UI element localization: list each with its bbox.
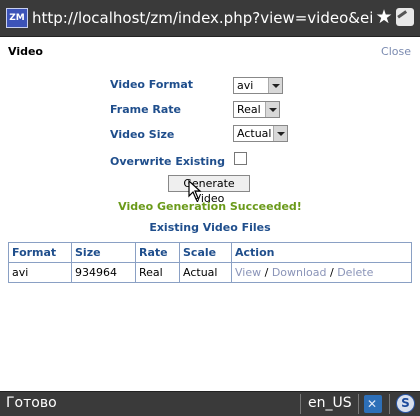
- bookmark-star-icon[interactable]: ★: [374, 6, 394, 28]
- view-link[interactable]: View: [235, 266, 261, 279]
- cell-size: 934964: [71, 262, 136, 283]
- video-format-value: avi: [237, 79, 254, 92]
- column-header-scale: Scale: [179, 242, 232, 263]
- column-header-size: Size: [71, 242, 136, 263]
- column-header-format: Format: [8, 242, 72, 263]
- overwrite-existing-checkbox[interactable]: [234, 152, 247, 165]
- action-separator: /: [264, 266, 272, 279]
- video-format-label: Video Format: [110, 78, 194, 91]
- status-divider: [389, 394, 390, 414]
- success-message: Video Generation Succeeded!: [118, 200, 302, 213]
- mouse-cursor-icon: [188, 180, 202, 200]
- column-header-action: Action: [231, 242, 412, 263]
- video-size-label: Video Size: [110, 128, 175, 141]
- video-format-select[interactable]: avi: [233, 77, 283, 94]
- table-row: avi 934964 Real Actual View / Download /…: [8, 262, 412, 283]
- page-title: Video: [8, 45, 43, 58]
- status-text: Готово: [6, 395, 57, 411]
- cell-format: avi: [8, 262, 72, 283]
- url-bar[interactable]: http://localhost/zm/index.php?view=video…: [32, 8, 372, 28]
- delete-link[interactable]: Delete: [337, 266, 373, 279]
- status-bar: Готово en_US S: [0, 391, 420, 416]
- status-divider: [300, 394, 301, 414]
- generate-video-button[interactable]: Generate Video: [168, 175, 250, 205]
- status-divider: [358, 394, 359, 414]
- video-files-table: Format Size Rate Scale Action avi 934964…: [8, 242, 412, 283]
- language-flag-icon[interactable]: [364, 395, 382, 413]
- cell-scale: Actual: [179, 262, 232, 283]
- browser-toolbar: ZM http://localhost/zm/index.php?view=vi…: [0, 0, 420, 37]
- overwrite-existing-label: Overwrite Existing: [110, 155, 225, 168]
- zoneminder-app-icon: ZM: [6, 8, 28, 28]
- download-link[interactable]: Download: [272, 266, 327, 279]
- chevron-down-icon: [273, 126, 287, 141]
- cell-actions: View / Download / Delete: [231, 262, 412, 283]
- frame-rate-select[interactable]: Real: [233, 101, 280, 118]
- chevron-down-icon: [265, 102, 279, 117]
- tools-icon[interactable]: [396, 8, 414, 26]
- column-header-rate: Rate: [135, 242, 180, 263]
- cell-rate: Real: [135, 262, 180, 283]
- chevron-down-icon: [268, 78, 282, 93]
- video-size-select[interactable]: Actual: [233, 125, 288, 142]
- existing-files-heading: Existing Video Files: [149, 221, 271, 234]
- frame-rate-label: Frame Rate: [110, 103, 182, 116]
- locale-indicator[interactable]: en_US: [308, 395, 352, 411]
- table-header-row: Format Size Rate Scale Action: [8, 242, 412, 263]
- frame-rate-value: Real: [237, 103, 261, 116]
- video-size-value: Actual: [237, 127, 272, 140]
- addon-s-icon[interactable]: S: [396, 394, 415, 413]
- close-link[interactable]: Close: [381, 45, 411, 58]
